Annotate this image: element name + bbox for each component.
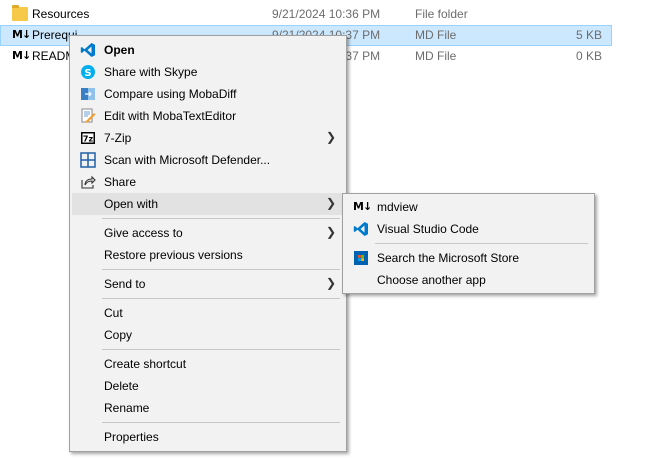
menu-item-compare-mobadiff[interactable]: Compare using MobaDiff xyxy=(72,83,344,105)
microsoft-store-icon xyxy=(353,250,369,266)
menu-separator xyxy=(102,349,340,350)
mdview-icon: M↓ xyxy=(353,200,372,213)
menu-item-choose-another-app[interactable]: Choose another app xyxy=(345,269,592,291)
file-date: 9/21/2024 10:36 PM xyxy=(272,7,381,21)
context-menu: Open S Share with Skype Compare using Mo… xyxy=(69,35,347,452)
file-type: File folder xyxy=(415,7,468,21)
chevron-right-icon: ❯ xyxy=(325,196,336,210)
menu-item-copy[interactable]: Copy xyxy=(72,324,344,346)
share-icon xyxy=(80,174,96,190)
folder-icon xyxy=(12,5,28,21)
chevron-right-icon: ❯ xyxy=(325,225,336,239)
menu-item-7zip[interactable]: 7z 7-Zip ❯ xyxy=(72,127,344,149)
menu-separator xyxy=(102,422,340,423)
menu-item-label: Share xyxy=(104,175,137,189)
vscode-icon xyxy=(80,42,96,58)
file-type: MD File xyxy=(415,49,457,63)
menu-item-label: Delete xyxy=(104,379,139,393)
md-file-icon: M↓ xyxy=(12,49,31,62)
menu-item-send-to[interactable]: Send to ❯ xyxy=(72,273,344,295)
menu-item-label: Send to xyxy=(104,277,146,291)
chevron-right-icon: ❯ xyxy=(325,276,336,290)
menu-item-label: Compare using MobaDiff xyxy=(104,87,237,101)
menu-item-label: Restore previous versions xyxy=(104,248,243,262)
menu-separator xyxy=(102,269,340,270)
svg-text:7z: 7z xyxy=(83,135,94,144)
menu-item-label: Rename xyxy=(104,401,150,415)
menu-item-label: Cut xyxy=(104,306,123,320)
menu-item-label: Open with xyxy=(104,197,159,211)
menu-item-label: Give access to xyxy=(104,226,183,240)
menu-item-cut[interactable]: Cut xyxy=(72,302,344,324)
menu-item-scan-defender[interactable]: Scan with Microsoft Defender... xyxy=(72,149,344,171)
menu-item-share-skype[interactable]: S Share with Skype xyxy=(72,61,344,83)
menu-item-restore-versions[interactable]: Restore previous versions xyxy=(72,244,344,266)
file-row-resources[interactable]: Resources 9/21/2024 10:36 PM File folder xyxy=(0,4,612,25)
chevron-right-icon: ❯ xyxy=(325,130,336,144)
menu-item-label: Create shortcut xyxy=(104,357,187,371)
menu-item-share[interactable]: Share xyxy=(72,171,344,193)
mobatexteditor-icon xyxy=(80,108,96,124)
7zip-icon: 7z xyxy=(80,130,96,146)
menu-item-label: Scan with Microsoft Defender... xyxy=(104,153,271,167)
menu-item-label: mdview xyxy=(377,200,418,214)
menu-item-open[interactable]: Open xyxy=(72,39,344,61)
menu-item-visual-studio-code[interactable]: Visual Studio Code xyxy=(345,218,592,240)
menu-item-label: Visual Studio Code xyxy=(377,222,479,236)
menu-item-label: Search the Microsoft Store xyxy=(377,251,520,265)
menu-item-edit-mobatexteditor[interactable]: Edit with MobaTextEditor xyxy=(72,105,344,127)
menu-separator xyxy=(375,243,588,244)
file-size: 5 KB xyxy=(575,28,602,42)
menu-item-label: Choose another app xyxy=(377,273,486,287)
menu-item-properties[interactable]: Properties xyxy=(72,426,344,448)
menu-separator xyxy=(102,298,340,299)
svg-text:S: S xyxy=(84,68,91,79)
vscode-icon xyxy=(353,221,369,237)
md-file-icon: M↓ xyxy=(12,28,31,41)
mobadiff-icon xyxy=(80,86,96,102)
menu-item-open-with[interactable]: Open with ❯ xyxy=(72,193,344,215)
menu-item-label: Copy xyxy=(104,328,133,342)
menu-separator xyxy=(102,218,340,219)
menu-item-rename[interactable]: Rename xyxy=(72,397,344,419)
menu-item-give-access[interactable]: Give access to ❯ xyxy=(72,222,344,244)
menu-item-search-store[interactable]: Search the Microsoft Store xyxy=(345,247,592,269)
defender-icon xyxy=(80,152,96,168)
file-name: Resources xyxy=(32,7,90,21)
skype-icon: S xyxy=(80,64,96,80)
file-size: 0 KB xyxy=(575,49,602,63)
menu-item-mdview[interactable]: M↓ mdview xyxy=(345,196,592,218)
menu-item-delete[interactable]: Delete xyxy=(72,375,344,397)
menu-item-label: 7-Zip xyxy=(104,131,132,145)
menu-item-label: Properties xyxy=(104,430,159,444)
menu-item-create-shortcut[interactable]: Create shortcut xyxy=(72,353,344,375)
menu-item-label: Share with Skype xyxy=(104,65,198,79)
open-with-submenu: M↓ mdview Visual Studio Code Search the … xyxy=(342,193,595,294)
file-type: MD File xyxy=(415,28,457,42)
menu-item-label: Open xyxy=(104,43,135,57)
menu-item-label: Edit with MobaTextEditor xyxy=(104,109,237,123)
